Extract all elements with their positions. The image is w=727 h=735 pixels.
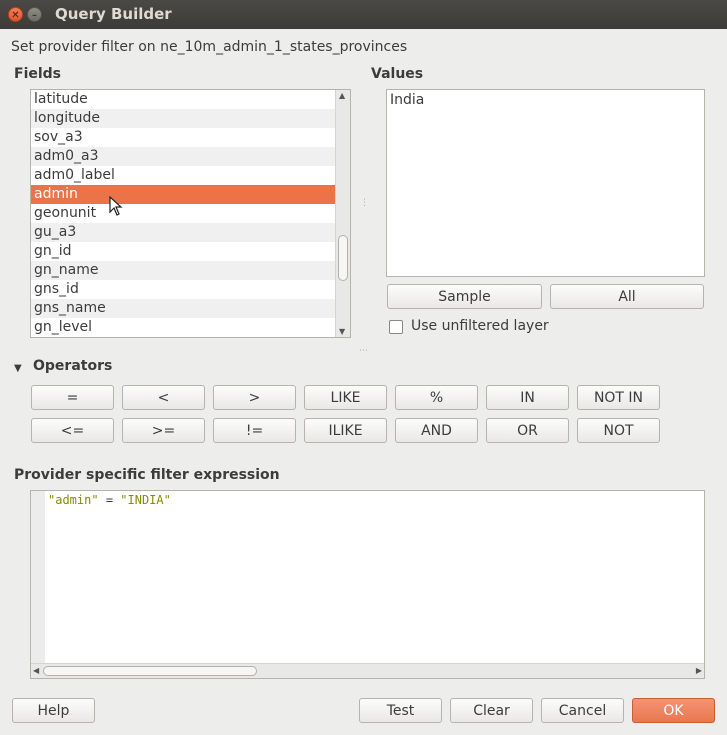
field-item-adm0-a3[interactable]: adm0_a3 <box>31 147 336 166</box>
operators-label: Operators <box>33 358 113 374</box>
clear-button[interactable]: Clear <box>450 698 533 723</box>
expression-value: "INDIA" <box>120 493 171 507</box>
operator-button-row2-0[interactable]: <= <box>31 418 114 443</box>
filter-expression-text[interactable]: "admin" = "INDIA" <box>48 493 171 507</box>
scroll-right-icon[interactable]: ▶ <box>696 666 702 675</box>
editor-horizontal-scrollbar[interactable]: ◀ ▶ <box>31 663 704 678</box>
operator-button-row1-2[interactable]: > <box>213 385 296 410</box>
field-item-gn-id[interactable]: gn_id <box>31 242 336 261</box>
values-label: Values <box>371 66 424 82</box>
field-item-gn-name[interactable]: gn_name <box>31 261 336 280</box>
operator-button-row2-3[interactable]: ILIKE <box>304 418 387 443</box>
field-item-adm0-label[interactable]: adm0_label <box>31 166 336 185</box>
operator-button-row2-4[interactable]: AND <box>395 418 478 443</box>
fields-scrollbar[interactable]: ▲ ▼ <box>335 90 350 337</box>
operator-button-row1-1[interactable]: < <box>122 385 205 410</box>
value-item[interactable]: India <box>390 92 701 108</box>
collapse-triangle-icon[interactable]: ▼ <box>14 363 22 374</box>
close-window-button[interactable]: ✕ <box>8 7 23 22</box>
values-list[interactable]: India <box>386 89 705 277</box>
cancel-button[interactable]: Cancel <box>541 698 624 723</box>
operator-button-row1-5[interactable]: IN <box>486 385 569 410</box>
operator-button-row2-6[interactable]: NOT <box>577 418 660 443</box>
field-item-sov-a3[interactable]: sov_a3 <box>31 128 336 147</box>
filter-expression-editor[interactable]: "admin" = "INDIA" ◀ ▶ <box>30 490 705 679</box>
field-item-longitude[interactable]: longitude <box>31 109 336 128</box>
operator-button-row2-2[interactable]: != <box>213 418 296 443</box>
scroll-down-icon[interactable]: ▼ <box>339 327 345 336</box>
test-button[interactable]: Test <box>359 698 442 723</box>
operator-button-row2-5[interactable]: OR <box>486 418 569 443</box>
expression-operator: = <box>105 493 114 507</box>
expression-field: "admin" <box>48 493 99 507</box>
title-bar: ✕ – Query Builder <box>0 0 727 29</box>
editor-gutter <box>31 491 45 664</box>
scroll-up-icon[interactable]: ▲ <box>339 91 345 100</box>
operator-button-row2-1[interactable]: >= <box>122 418 205 443</box>
field-item-gu-a3[interactable]: gu_a3 <box>31 223 336 242</box>
operator-button-row1-4[interactable]: % <box>395 385 478 410</box>
sample-button[interactable]: Sample <box>387 284 542 309</box>
fields-scroll-thumb[interactable] <box>338 235 348 281</box>
all-button[interactable]: All <box>550 284 704 309</box>
field-item-gns-name[interactable]: gns_name <box>31 299 336 318</box>
operator-button-row1-3[interactable]: LIKE <box>304 385 387 410</box>
scroll-left-icon[interactable]: ◀ <box>33 666 39 675</box>
window-title: Query Builder <box>55 5 172 23</box>
field-item-geonunit[interactable]: geonunit <box>31 204 336 223</box>
vertical-splitter-handle[interactable]: ⋮ <box>360 198 369 208</box>
operator-button-row1-0[interactable]: = <box>31 385 114 410</box>
horizontal-splitter-handle[interactable]: ⋯ <box>359 346 368 356</box>
fields-list[interactable]: latitude longitude sov_a3 adm0_a3 adm0_label… <box>30 89 351 338</box>
help-button[interactable]: Help <box>12 698 95 723</box>
description-label: Set provider filter on ne_10m_admin_1_st… <box>11 39 408 55</box>
editor-scroll-thumb[interactable] <box>43 666 257 676</box>
operator-button-row1-6[interactable]: NOT IN <box>577 385 660 410</box>
field-item-gns-id[interactable]: gns_id <box>31 280 336 299</box>
filter-expression-label: Provider specific filter expression <box>14 467 280 483</box>
use-unfiltered-layer-checkbox[interactable] <box>389 320 403 334</box>
field-item-latitude[interactable]: latitude <box>31 90 336 109</box>
minimize-window-button[interactable]: – <box>27 7 42 22</box>
mouse-pointer-icon <box>109 196 123 216</box>
field-item-admin[interactable]: admin <box>31 185 336 204</box>
fields-label: Fields <box>14 66 62 82</box>
use-unfiltered-layer-label: Use unfiltered layer <box>411 318 549 334</box>
field-item-gn-level[interactable]: gn_level <box>31 318 336 337</box>
ok-button[interactable]: OK <box>632 698 715 723</box>
